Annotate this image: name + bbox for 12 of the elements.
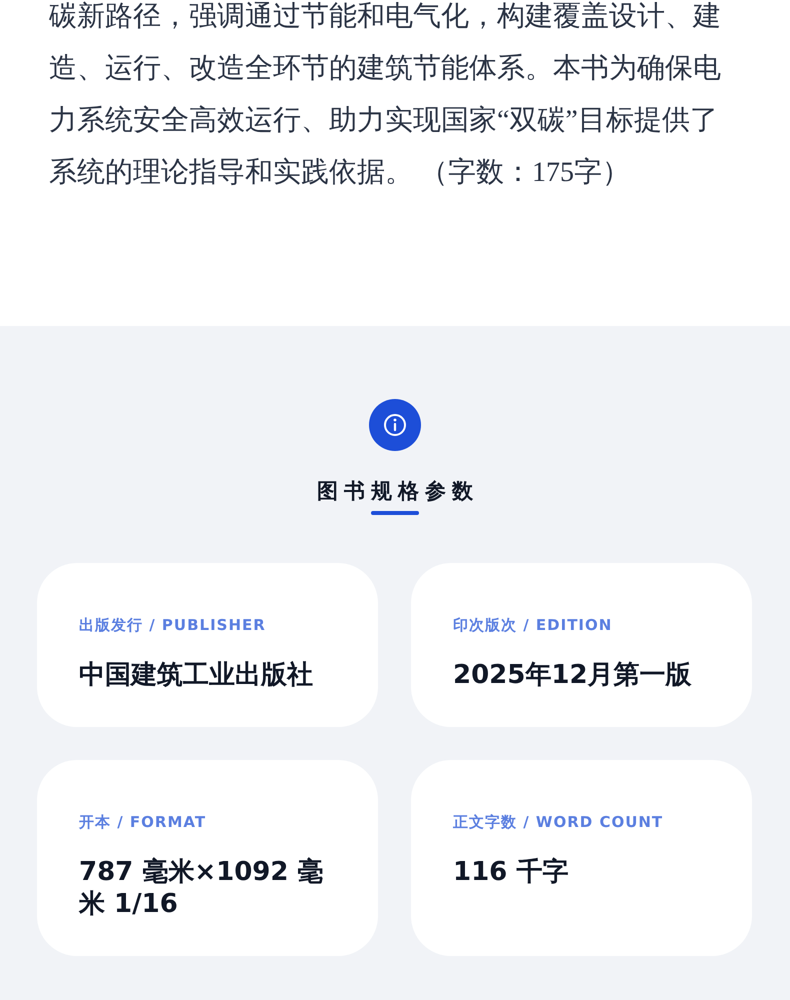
title-underline: [371, 511, 419, 515]
info-icon: [369, 399, 421, 451]
section-title: 图书规格参数: [316, 478, 479, 505]
spec-label: 正文字数 / WORD COUNT: [453, 812, 664, 832]
spec-value: 787 毫米×1092 毫米 1/16: [79, 856, 325, 920]
spec-label: 印次版次 / EDITION: [453, 615, 614, 635]
spec-value: 116 千字: [453, 856, 570, 888]
spec-label: 开本 / FORMAT: [79, 812, 208, 832]
spec-value: 中国建筑工业出版社: [79, 659, 314, 691]
spec-label: 出版发行 / PUBLISHER: [79, 615, 267, 635]
description-text: 碳新路径，强调通过节能和电气化，构建覆盖设计、建造、运行、改造全环节的建筑节能体系。本书为确保电力系统安全高效运行、助力实现国家“双碳”目标提供了系统的理论指导和实践依据。 （字数：175字）: [49, 0, 722, 190]
spec-value: 2025年12月第一版: [453, 659, 693, 691]
